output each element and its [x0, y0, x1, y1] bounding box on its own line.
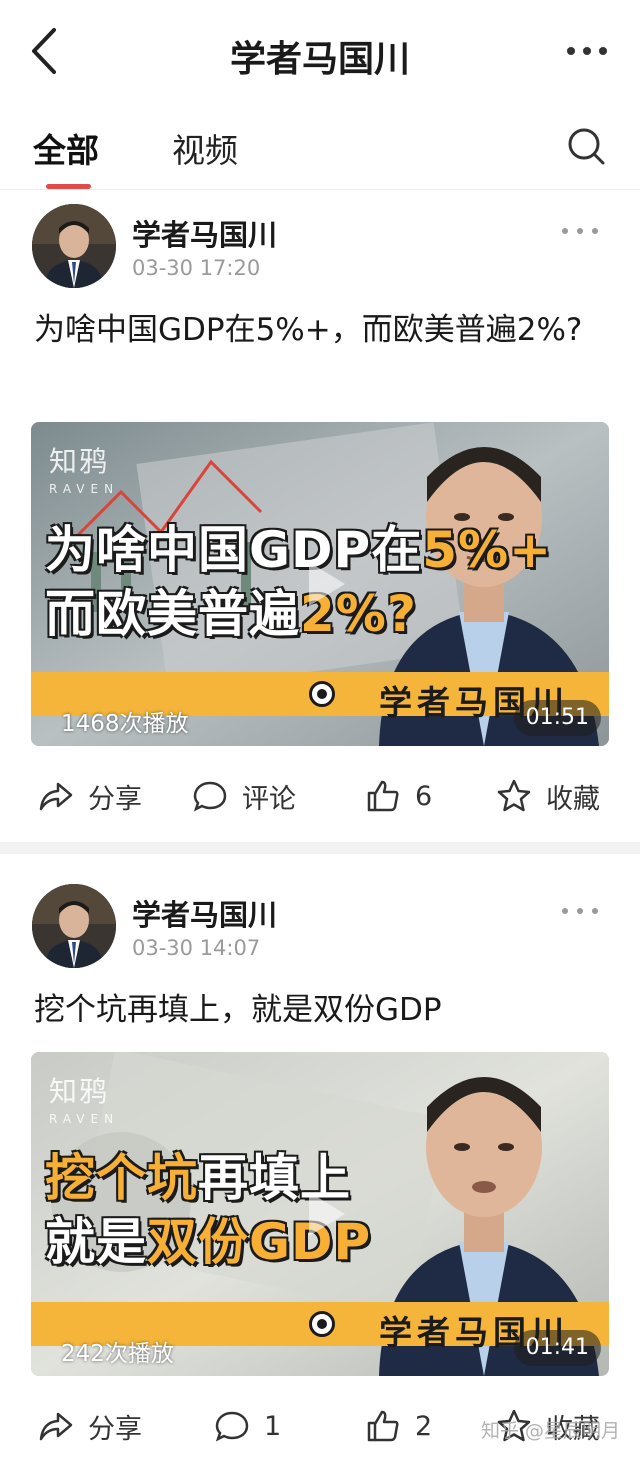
- video-duration: 01:41: [513, 1330, 601, 1366]
- like-count: 2: [415, 1410, 433, 1442]
- post-time: 03-30 14:07: [132, 936, 261, 960]
- page-title: 学者马国川: [229, 39, 410, 80]
- thumbs-up-icon: [367, 1410, 399, 1442]
- comment-icon: [193, 781, 227, 812]
- record-dot-icon: [309, 681, 335, 707]
- video-thumbnail[interactable]: 知鸦 RAVEN 挖个坑再填上 就是双份GDP 学者马国川 242次播放 01:…: [31, 1052, 609, 1376]
- comment-button[interactable]: 评论: [192, 766, 296, 826]
- watermark-logo: 知鸦 RAVEN: [49, 445, 120, 496]
- share-icon: [39, 1412, 73, 1441]
- play-count: 1468次播放: [61, 711, 189, 737]
- favorite-label: 收藏: [546, 783, 600, 815]
- video-thumbnail[interactable]: 知鸦 RAVEN 为啥中国GDP在5%+ 而欧美普遍2%? 学者马国川 1468…: [31, 422, 609, 746]
- share-button[interactable]: 分享: [38, 1396, 142, 1456]
- record-dot-icon: [309, 1311, 335, 1337]
- thumbs-up-icon: [367, 780, 399, 812]
- play-count: 242次播放: [61, 1341, 174, 1367]
- tab-video[interactable]: 视频: [172, 124, 238, 172]
- more-dots-icon[interactable]: [560, 226, 600, 236]
- like-count: 6: [415, 780, 433, 812]
- share-button[interactable]: 分享: [38, 766, 142, 826]
- share-label: 分享: [88, 783, 142, 815]
- tab-all[interactable]: 全部: [33, 124, 99, 172]
- comment-label: 评论: [242, 783, 296, 815]
- comment-icon: [215, 1411, 249, 1442]
- like-button[interactable]: 2: [365, 1396, 432, 1456]
- post-text[interactable]: 挖个坑再填上，就是双份GDP: [34, 988, 600, 1032]
- divider: [0, 842, 640, 854]
- share-label: 分享: [88, 1413, 142, 1445]
- share-icon: [39, 782, 73, 811]
- video-duration: 01:51: [513, 700, 601, 736]
- like-button[interactable]: 6: [365, 766, 432, 826]
- avatar[interactable]: [32, 204, 116, 288]
- tab-bar: 全部 视频: [0, 100, 640, 190]
- search-icon[interactable]: [566, 126, 606, 166]
- favorite-button[interactable]: 收藏: [496, 766, 600, 826]
- more-dots-icon[interactable]: [560, 906, 600, 916]
- post-card: 学者马国川 03-30 17:20 为啥中国GDP在5%+，而欧美普遍2%? 知…: [0, 190, 640, 840]
- post-time: 03-30 17:20: [132, 256, 261, 280]
- author-name[interactable]: 学者马国川: [132, 892, 277, 934]
- comment-button[interactable]: 1: [214, 1396, 281, 1456]
- author-name[interactable]: 学者马国川: [132, 212, 277, 254]
- play-icon[interactable]: [293, 554, 353, 614]
- action-bar: 分享 评论 6 收藏: [0, 766, 640, 826]
- comment-count: 1: [264, 1410, 282, 1442]
- top-bar: 学者马国川: [0, 0, 640, 100]
- watermark-logo: 知鸦 RAVEN: [49, 1075, 120, 1126]
- star-icon: [497, 779, 531, 812]
- post-card: 学者马国川 03-30 14:07 挖个坑再填上，就是双份GDP 知鸦 RAVE…: [0, 870, 640, 1459]
- active-tab-indicator: [46, 184, 91, 189]
- play-icon[interactable]: [293, 1184, 353, 1244]
- avatar[interactable]: [32, 884, 116, 968]
- post-text[interactable]: 为啥中国GDP在5%+，而欧美普遍2%?: [34, 308, 600, 352]
- footer-watermark: 知乎 @星辰明月: [480, 1420, 620, 1442]
- more-dots-icon[interactable]: [562, 34, 612, 68]
